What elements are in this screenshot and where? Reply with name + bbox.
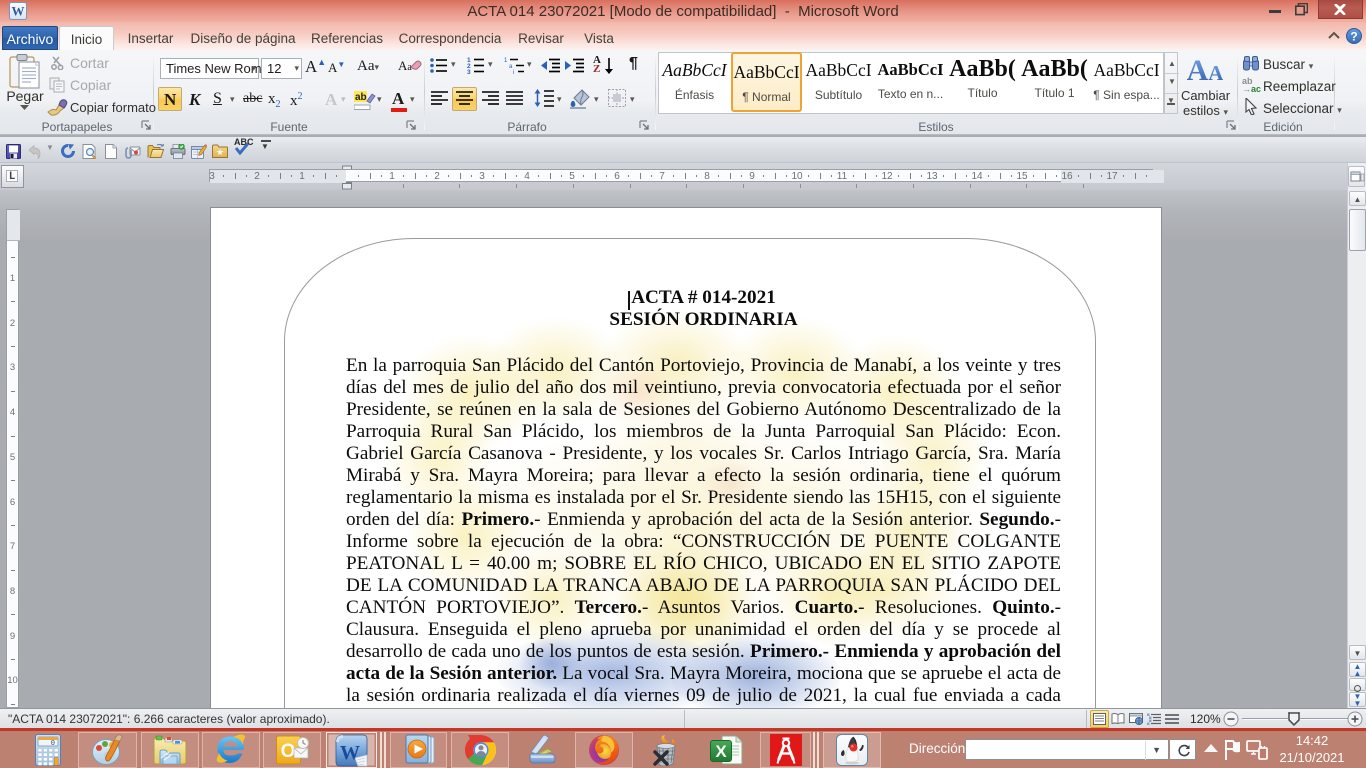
svg-text:i: i <box>513 70 514 74</box>
svg-text:?: ? <box>1350 30 1357 44</box>
svg-text:3: 3 <box>467 69 471 74</box>
svg-text:W: W <box>12 4 25 19</box>
svg-text:X: X <box>715 742 727 761</box>
svg-text:0: 0 <box>51 740 55 748</box>
svg-text:ab: ab <box>355 92 367 103</box>
svg-text:1: 1 <box>504 58 508 64</box>
svg-text:O: O <box>281 741 296 762</box>
